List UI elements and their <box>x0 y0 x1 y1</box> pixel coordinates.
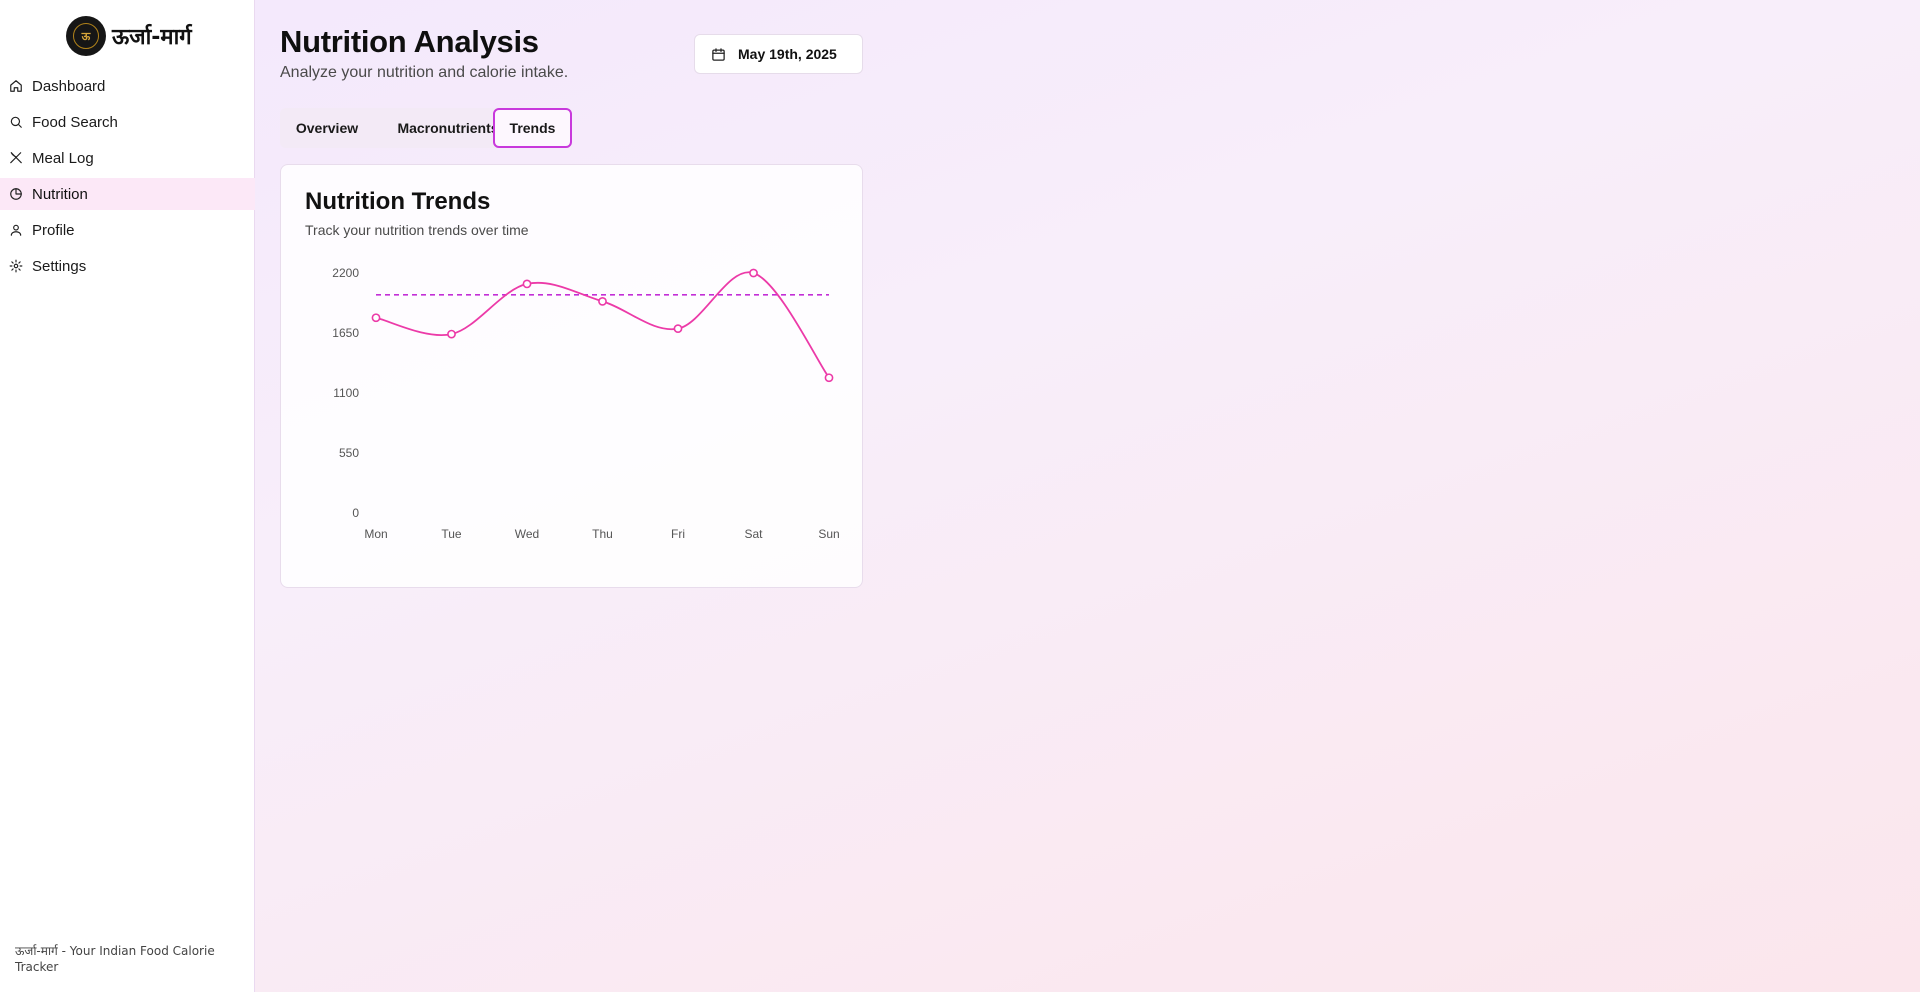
sidebar-item-label: Nutrition <box>32 185 88 203</box>
x-tick-label: Fri <box>671 527 685 541</box>
tab-list: Overview Macronutrients Trends <box>280 108 572 148</box>
sidebar-footer-text: ऊर्जा-मार्ग - Your Indian Food Calorie T… <box>15 944 215 974</box>
data-point <box>371 313 381 323</box>
user-icon <box>9 223 23 237</box>
nutrition-trend-chart: 0 550 1100 1650 2200 Mon Tue Wed Thu Fri Sat Sun <box>332 266 839 541</box>
selected-date: May 19th, 2025 <box>738 46 837 62</box>
page-header: Nutrition Analysis Analyze your nutritio… <box>280 24 568 82</box>
gear-icon <box>9 259 23 273</box>
data-point <box>522 279 532 289</box>
tab-trends[interactable]: Trends <box>493 108 572 148</box>
sidebar-item-profile[interactable]: Profile <box>0 214 255 246</box>
search-icon <box>9 115 23 129</box>
x-tick-label: Wed <box>515 527 539 541</box>
calendar-icon <box>712 47 725 61</box>
y-tick-label: 2200 <box>332 266 359 280</box>
sidebar-item-label: Meal Log <box>32 149 94 167</box>
sidebar-item-label: Dashboard <box>32 77 106 95</box>
app-name: ऊर्जा-मार्ग <box>112 25 192 50</box>
pie-chart-icon <box>9 187 23 201</box>
sidebar-item-label: Profile <box>32 221 75 239</box>
calorie-series-line <box>375 271 830 379</box>
sidebar-item-settings[interactable]: Settings <box>0 250 255 282</box>
utensils-icon <box>9 151 23 165</box>
date-picker-button[interactable]: May 19th, 2025 <box>694 34 863 74</box>
y-tick-label: 550 <box>339 446 359 460</box>
brand[interactable]: ऊ ऊर्जा-मार्ग <box>66 16 192 56</box>
page-subtitle: Analyze your nutrition and calorie intak… <box>280 64 569 81</box>
x-tick-label: Sun <box>818 527 839 541</box>
tab-overview[interactable]: Overview <box>280 108 374 148</box>
page-title: Nutrition Analysis <box>280 24 539 59</box>
y-tick-label: 0 <box>352 506 359 520</box>
nutrition-trends-card: Nutrition Trends Track your nutrition tr… <box>280 164 863 588</box>
home-icon <box>9 79 23 93</box>
sidebar-nav: Dashboard Food Search Meal Log Nutrition… <box>0 70 255 286</box>
x-tick-label: Tue <box>441 527 462 541</box>
sidebar: ऊ ऊर्जा-मार्ग Dashboard Food Search Meal… <box>0 0 255 992</box>
data-point <box>824 373 834 383</box>
data-point <box>673 324 683 334</box>
data-point <box>749 268 758 278</box>
y-tick-label: 1100 <box>333 386 359 400</box>
data-point <box>598 296 607 306</box>
sidebar-item-nutrition[interactable]: Nutrition <box>0 178 255 210</box>
y-tick-label: 1650 <box>332 326 359 340</box>
x-tick-label: Sat <box>744 527 763 541</box>
app-logo: ऊ <box>66 16 106 56</box>
sidebar-item-label: Settings <box>32 257 87 275</box>
sidebar-item-food-search[interactable]: Food Search <box>0 106 255 138</box>
logo-emblem: ऊ <box>73 23 99 49</box>
x-tick-label: Mon <box>364 527 387 541</box>
sidebar-item-label: Food Search <box>32 113 118 131</box>
sidebar-item-meal-log[interactable]: Meal Log <box>0 142 255 174</box>
sidebar-item-dashboard[interactable]: Dashboard <box>0 70 255 102</box>
x-tick-label: Thu <box>592 527 613 541</box>
data-point <box>447 329 456 339</box>
